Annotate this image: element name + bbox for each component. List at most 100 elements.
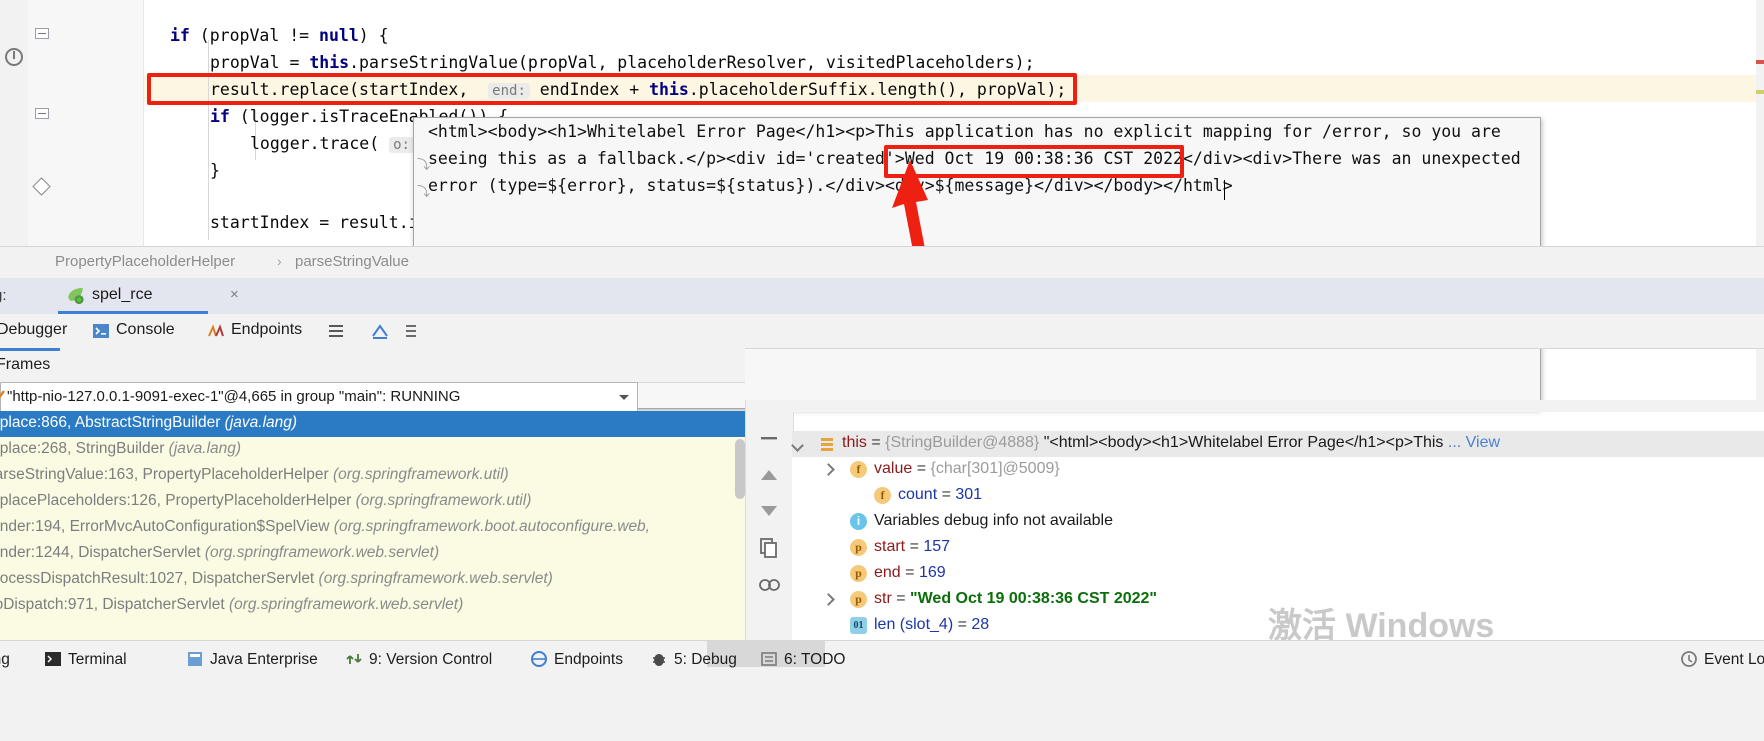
chevron-right-icon[interactable] bbox=[822, 595, 834, 607]
variables-side-toolbar[interactable] bbox=[745, 400, 794, 640]
code-token: propVal = bbox=[210, 53, 310, 72]
export-icon[interactable] bbox=[371, 322, 389, 340]
run-bar-label: g: bbox=[0, 287, 7, 304]
breadcrumb-item-method[interactable]: parseStringValue bbox=[295, 253, 409, 270]
variable-value: 301 bbox=[955, 486, 983, 503]
status-bar-item[interactable]: 9: Version Control bbox=[369, 651, 492, 669]
frames-scrollbar-thumb[interactable] bbox=[735, 439, 745, 499]
endpoints-icon bbox=[531, 651, 547, 667]
variable-text: len (slot_4) = 28 bbox=[874, 616, 989, 634]
variable-row[interactable]: i Variables debug info not available bbox=[792, 509, 1764, 535]
status-bar-item[interactable]: Event Log bbox=[1704, 651, 1764, 669]
variable-text: Variables debug info not available bbox=[874, 512, 1113, 530]
variable-type: {char[301]@5009} bbox=[930, 460, 1060, 477]
variable-row[interactable]: this = {StringBuilder@4888} "<html><body… bbox=[792, 431, 1764, 457]
frame-row[interactable]: doDispatch:971, DispatcherServlet (org.s… bbox=[0, 593, 745, 619]
chevron-right-icon[interactable] bbox=[822, 465, 834, 477]
variable-row[interactable]: p start = 157 bbox=[792, 535, 1764, 561]
status-bar-item[interactable]: Terminal bbox=[68, 651, 127, 669]
frames-panel-header: Frames bbox=[0, 348, 745, 383]
status-bar-item[interactable]: 5: Debug bbox=[674, 651, 737, 669]
arrow-up-icon[interactable] bbox=[756, 463, 782, 489]
debug-icon bbox=[653, 654, 665, 666]
frame-row[interactable]: replace:268, StringBuilder (java.lang) bbox=[0, 437, 745, 463]
run-tab-label: spel_rce bbox=[92, 286, 153, 303]
todo-icon bbox=[761, 652, 777, 666]
code-line: logger.trace( o: bbox=[250, 130, 414, 157]
variable-name: value bbox=[874, 460, 913, 477]
frame-row[interactable]: replace:866, AbstractStringBuilder (java… bbox=[0, 411, 745, 437]
editor-left-gutter[interactable] bbox=[0, 0, 29, 246]
variable-text: str = "Wed Oct 19 00:38:36 CST 2022" bbox=[874, 590, 1157, 608]
status-bar-item[interactable]: Java Enterprise bbox=[210, 651, 318, 669]
chevron-down-icon[interactable] bbox=[792, 439, 804, 451]
variable-row[interactable]: f value = {char[301]@5009} bbox=[792, 457, 1764, 483]
variable-text: end = 169 bbox=[874, 564, 946, 582]
status-bar-item[interactable]: 6: TODO bbox=[784, 651, 845, 669]
tab-endpoints[interactable]: Endpoints bbox=[231, 321, 302, 339]
frame-row[interactable]: replacePlaceholders:126, PropertyPlaceho… bbox=[0, 489, 745, 515]
frame-method: parseStringValue:163, PropertyPlaceholde… bbox=[0, 466, 333, 483]
code-token: this bbox=[309, 53, 350, 72]
more-icon[interactable] bbox=[404, 322, 422, 340]
debug-toolbar[interactable]: Debugger Console Endpoints bbox=[0, 314, 1764, 349]
fold-icon[interactable] bbox=[35, 28, 49, 39]
frame-method: replace:268, StringBuilder bbox=[0, 440, 169, 457]
variable-row[interactable]: f count = 301 bbox=[792, 483, 1764, 509]
frame-package: (org.springframework.boot.autoconfigure.… bbox=[333, 518, 650, 535]
frame-method: render:194, ErrorMvcAutoConfiguration$Sp… bbox=[0, 518, 334, 535]
frame-package: (org.springframework.web.servlet) bbox=[204, 544, 440, 561]
run-gutter-icon[interactable] bbox=[5, 48, 23, 66]
variable-name: this bbox=[842, 434, 867, 451]
code-folding-column[interactable] bbox=[29, 0, 57, 246]
frame-package: (org.springframework.web.servlet) bbox=[228, 596, 464, 613]
breadcrumb-item-class[interactable]: PropertyPlaceholderHelper bbox=[55, 253, 235, 270]
frame-package: (java.lang) bbox=[168, 440, 242, 457]
status-bar-item[interactable]: Endpoints bbox=[554, 651, 623, 669]
copy-icon[interactable] bbox=[756, 535, 782, 561]
popup-annotation-box bbox=[884, 145, 1184, 178]
variable-text: count = 301 bbox=[898, 486, 982, 504]
view-value-link[interactable]: ... View bbox=[1448, 434, 1500, 451]
fold-icon[interactable] bbox=[35, 108, 49, 119]
spring-boot-icon bbox=[68, 287, 84, 305]
arrow-down-icon[interactable] bbox=[756, 497, 782, 523]
breakpoint-icon[interactable] bbox=[32, 177, 51, 196]
close-icon[interactable]: × bbox=[230, 287, 244, 302]
code-token: logger.trace( bbox=[250, 134, 390, 153]
equals-sign: = bbox=[900, 564, 919, 581]
field-badge: f bbox=[874, 487, 891, 504]
frame-row[interactable]: render:1244, DispatcherServlet (org.spri… bbox=[0, 541, 745, 567]
tab-debugger[interactable]: Debugger bbox=[0, 321, 67, 339]
frame-label: parseStringValue:163, PropertyPlaceholde… bbox=[0, 466, 509, 484]
progress-indicator bbox=[0, 348, 60, 351]
frame-method: doDispatch:971, DispatcherServlet bbox=[0, 596, 229, 613]
equals-sign: = bbox=[905, 538, 924, 555]
tab-console[interactable]: Console bbox=[116, 321, 175, 339]
layout-menu-icon[interactable] bbox=[327, 322, 345, 340]
minus-icon[interactable] bbox=[756, 425, 782, 451]
code-token: if bbox=[170, 26, 190, 45]
variable-value: Variables debug info not available bbox=[874, 512, 1113, 529]
watches-icon[interactable] bbox=[756, 572, 782, 598]
run-configuration-tabbar[interactable]: g: spel_rce × bbox=[0, 278, 1764, 315]
terminal-icon bbox=[45, 652, 61, 666]
variable-row[interactable]: p end = 169 bbox=[792, 561, 1764, 587]
code-token: (propVal != bbox=[189, 26, 320, 45]
status-bar[interactable]: ring Terminal Java Enterprise 9: Version Co… bbox=[0, 640, 1764, 741]
chevron-down-icon[interactable] bbox=[619, 395, 629, 400]
info-icon: i bbox=[850, 513, 867, 530]
breadcrumb[interactable]: PropertyPlaceholderHelper › parseStringV… bbox=[0, 246, 1764, 280]
text-caret bbox=[1224, 180, 1225, 200]
scroll-warning-marker bbox=[1756, 90, 1764, 94]
frame-method: replacePlaceholders:126, PropertyPlaceho… bbox=[0, 492, 356, 509]
frame-row[interactable]: processDispatchResult:1027, DispatcherSe… bbox=[0, 567, 745, 593]
variable-text: this = {StringBuilder@4888} "<html><body… bbox=[842, 434, 1500, 452]
variable-value: "<html><body><h1>Whitelabel Error Page</… bbox=[1039, 434, 1448, 451]
thread-selector[interactable]: "http-nio-127.0.0.1-9091-exec-1"@4,665 i… bbox=[0, 382, 638, 413]
frame-row[interactable]: render:194, ErrorMvcAutoConfiguration$Sp… bbox=[0, 515, 745, 541]
frames-list[interactable]: replace:866, AbstractStringBuilder (java… bbox=[0, 411, 745, 640]
variable-value: 28 bbox=[971, 616, 990, 633]
frame-row[interactable]: parseStringValue:163, PropertyPlaceholde… bbox=[0, 463, 745, 489]
status-bar-item[interactable]: ring bbox=[0, 651, 10, 669]
